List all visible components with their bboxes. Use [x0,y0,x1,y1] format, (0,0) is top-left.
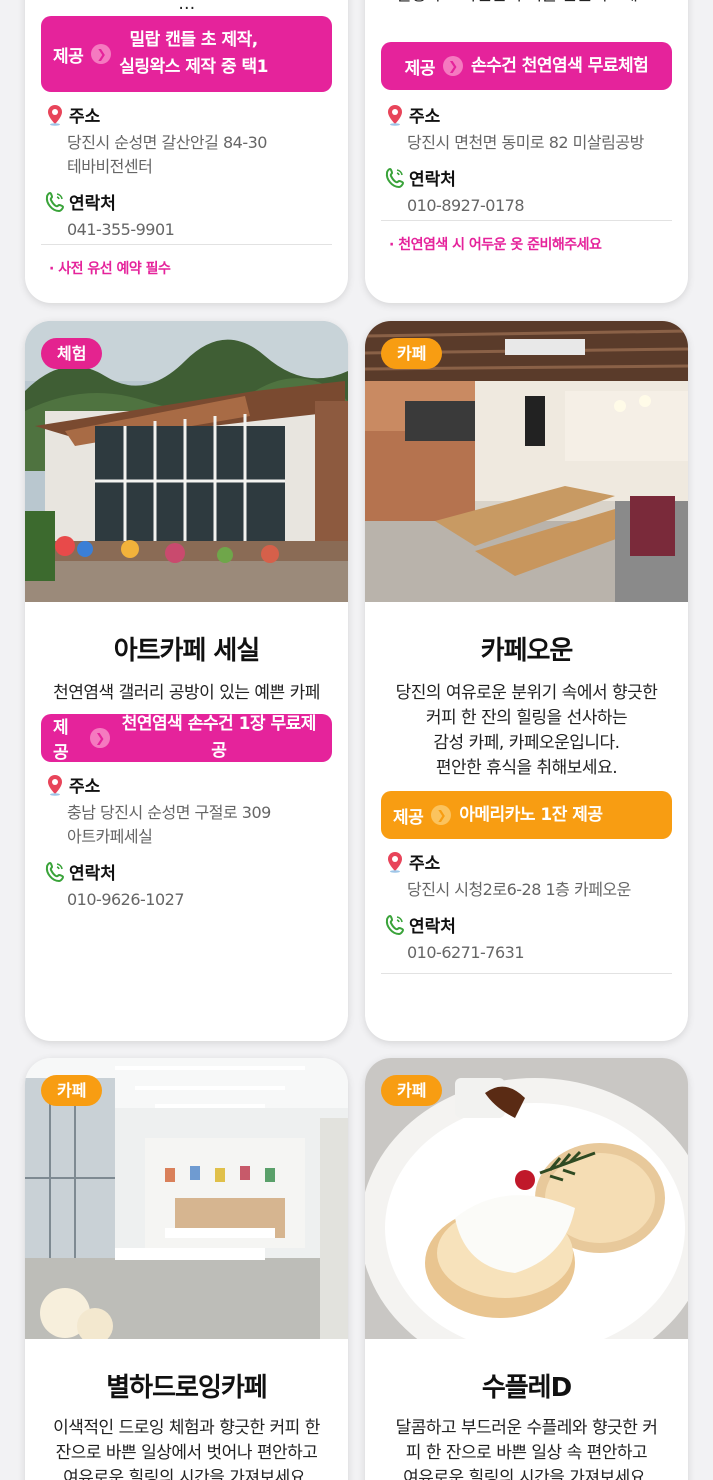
offer-text: 아메리카노 1잔 제공 [459,804,603,825]
place-photo: 카페 [365,1058,688,1339]
phone-value[interactable]: 010-9626-1027 [67,888,332,912]
place-description: 천연염색 갤러리 공방이 있는 예쁜 카페 [53,683,320,703]
phone-icon [45,191,65,212]
address-value: 충남 당진시 순성면 구절로 309 아트카페세실 [67,803,271,846]
divider [381,973,672,974]
phone-icon [45,861,65,882]
contact-heading: 연락처 [45,189,332,214]
address-value: 당진시 면천면 동미로 82 미살림공방 [407,133,644,152]
offer-banner: 제공 ❯ 밀랍 캔들 초 제작, 실링왁스 제작 중 택1 [41,16,332,92]
card-candle-workshop[interactable]: … 제공 ❯ 밀랍 캔들 초 제작, 실링왁스 제작 중 택1 주소 당진시 순… [25,0,348,303]
address-value: 당진시 시청2로6-28 1층 카페오운 [407,880,631,899]
phone-value[interactable]: 041-355-9901 [67,218,332,242]
contact-heading: 연락처 [385,165,672,190]
divider [41,244,332,245]
place-title: 수플레D [481,1373,572,1403]
chevron-right-icon: ❯ [91,44,112,64]
address-heading: 주소 [385,102,672,127]
place-photo: 카페 [25,1058,348,1339]
offer-label: 제공 [53,718,69,763]
offer-text: 밀랍 캔들 초 제작, 실링왁스 제작 중 택1 [119,30,268,77]
map-pin-icon [388,104,402,126]
note-text: · 천연염색 시 어두운 옷 준비해주세요 [389,237,602,253]
address-heading: 주소 [45,772,332,797]
phone-value[interactable]: 010-6271-7631 [407,941,672,965]
card-souffle-d[interactable]: 카페 수플레D 달콤하고 부드러운 수플레와 향긋한 커 피 한 잔으로 바쁜 … [365,1058,688,1480]
offer-text: 천연염색 손수건 1장 무료제공 [121,714,317,761]
phone-icon [385,167,405,188]
offer-text: 손수건 천연염색 무료체험 [470,55,649,76]
offer-label: 제공 [404,58,436,79]
contact-heading: 연락처 [385,912,672,937]
map-pin-icon [48,104,62,126]
offer-banner: 제공 ❯ 손수건 천연염색 무료체험 [381,42,672,90]
offer-banner: 제공 ❯ 천연염색 손수건 1장 무료제공 [41,714,332,763]
chevron-right-icon: ❯ [431,805,452,825]
offer-label: 제공 [393,807,424,828]
chevron-right-icon: ❯ [442,56,463,76]
divider [381,220,672,221]
address-heading: 주소 [45,102,332,127]
place-description: 당진의 여유로운 분위기 속에서 향긋한 커피 한 잔의 힐링을 선사하는 감성… [395,683,658,778]
map-pin-icon [388,851,402,873]
note-text: · 사전 유선 예약 필수 [49,261,171,277]
card-byeolha-drawing-cafe[interactable]: 카페 별하드로잉카페 이색적인 드로잉 체험과 향긋한 커피 한 잔으로 바쁜 … [25,1058,348,1480]
contact-heading: 연락처 [45,859,332,884]
place-photo: 카페 [365,321,688,602]
phone-value[interactable]: 010-8927-0178 [407,194,672,218]
address-value: 당진시 순성면 갈산안길 84-30 테바비전센터 [67,133,267,176]
chevron-right-icon: ❯ [90,728,110,748]
category-badge: 체험 [41,338,103,369]
offer-banner: 제공 ❯ 아메리카노 1잔 제공 [381,791,672,839]
phone-icon [385,914,405,935]
map-pin-icon [48,774,62,796]
place-description: 달콤하고 부드러운 수플레와 향긋한 커 피 한 잔으로 바쁜 일상 속 편안하… [395,1418,658,1480]
category-badge: 카페 [381,338,443,369]
category-badge: 카페 [41,1075,103,1106]
card-art-cafe-cecil[interactable]: 체험 아트카페 세실 천연염색 갤러리 공방이 있는 예쁜 카페 제공 ❯ 천연… [25,321,348,1041]
address-heading: 주소 [385,849,672,874]
card-cafe-oun[interactable]: 카페 카페오운 당진의 여유로운 분위기 속에서 향긋한 커피 한 잔의 힐링을… [365,321,688,1041]
place-title: 별하드로잉카페 [106,1373,267,1403]
place-title: 아트카페 세실 [113,636,261,666]
offer-label: 제공 [53,46,84,67]
place-title: 카페오운 [480,636,574,666]
category-badge: 카페 [381,1075,443,1106]
card-natural-dye-workshop[interactable]: 힐링하고 특별한 추억을 만들어보세요. 제공 ❯ 손수건 천연염색 무료체험 … [365,0,688,303]
place-photo: 체험 [25,321,348,602]
place-description: 이색적인 드로잉 체험과 향긋한 커피 한 잔으로 바쁜 일상에서 벗어나 편안… [53,1418,320,1480]
card-desc: … [178,0,195,14]
card-desc: 힐링하고 특별한 추억을 만들어보세요. [381,0,672,20]
